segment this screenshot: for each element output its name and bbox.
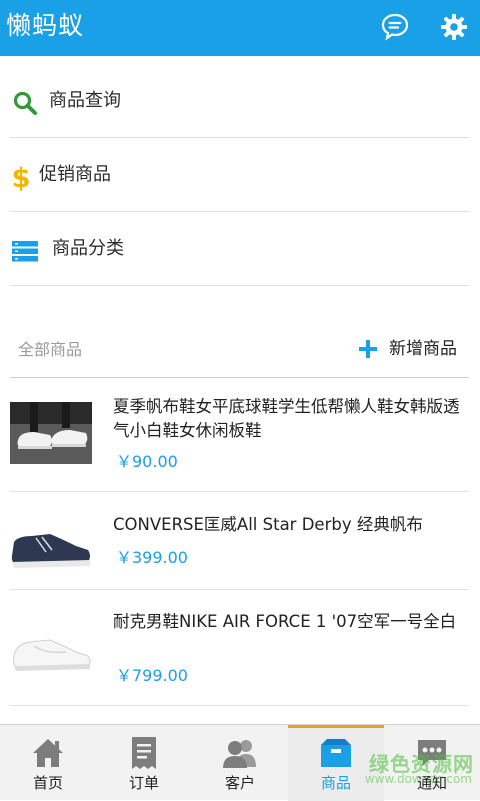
product-item[interactable]: CONVERSE匡威All Star Derby 经典帆布 ￥399.00 [10, 492, 469, 590]
gear-icon[interactable] [436, 9, 472, 45]
product-item[interactable]: 耐克男鞋NIKE AIR FORCE 1 '07空军一号全白 ￥799.00 [10, 590, 469, 706]
svg-text:$: $ [12, 163, 31, 192]
search-icon [10, 88, 40, 118]
menu-item-categories[interactable]: 商品分类 [10, 212, 469, 286]
tab-customers[interactable]: 客户 [192, 725, 288, 801]
product-thumbnail [10, 620, 92, 682]
menu-item-label: 促销商品 [39, 164, 111, 185]
product-name: 夏季帆布鞋女平底球鞋学生低帮懒人鞋女韩版透气小白鞋女休闲板鞋 [113, 397, 460, 440]
product-list-header: 全部商品 新增商品 [10, 322, 469, 378]
product-name: CONVERSE匡威All Star Derby 经典帆布 [113, 515, 423, 534]
plus-icon [357, 338, 379, 360]
watermark-url: www.downcc.com [364, 772, 472, 786]
product-thumbnail [10, 512, 92, 574]
tab-home[interactable]: 首页 [0, 725, 96, 801]
menu-item-label: 商品查询 [49, 90, 121, 111]
product-price: ￥90.00 [116, 452, 178, 471]
tab-orders[interactable]: 订单 [96, 725, 192, 801]
chat-bubble-icon[interactable] [377, 9, 413, 45]
add-product-button[interactable]: 新增商品 [357, 336, 457, 362]
home-icon [30, 735, 66, 771]
app-header: 懒蚂蚁 [0, 0, 480, 56]
product-price: ￥799.00 [116, 666, 188, 685]
tab-label: 首页 [32, 774, 63, 792]
all-products-label: 全部商品 [18, 340, 83, 359]
product-name: 耐克男鞋NIKE AIR FORCE 1 '07空军一号全白 [113, 612, 457, 631]
menu-item-promotions[interactable]: $ 促销商品 [10, 138, 469, 212]
menu-item-label: 商品分类 [52, 238, 124, 259]
tab-label: 客户 [224, 774, 255, 792]
dollar-icon: $ [6, 162, 36, 192]
list-icon [10, 236, 40, 266]
customers-icon [222, 735, 258, 771]
add-product-label: 新增商品 [389, 339, 457, 359]
tab-label: 订单 [128, 774, 159, 792]
order-icon [126, 735, 162, 771]
box-icon [318, 735, 354, 771]
product-price: ￥399.00 [116, 548, 188, 567]
product-thumbnail [10, 402, 92, 464]
menu-item-product-search[interactable]: 商品查询 [10, 64, 469, 138]
product-item[interactable]: 夏季帆布鞋女平底球鞋学生低帮懒人鞋女韩版透气小白鞋女休闲板鞋 ￥90.00 [10, 379, 469, 492]
app-title: 懒蚂蚁 [6, 11, 85, 40]
